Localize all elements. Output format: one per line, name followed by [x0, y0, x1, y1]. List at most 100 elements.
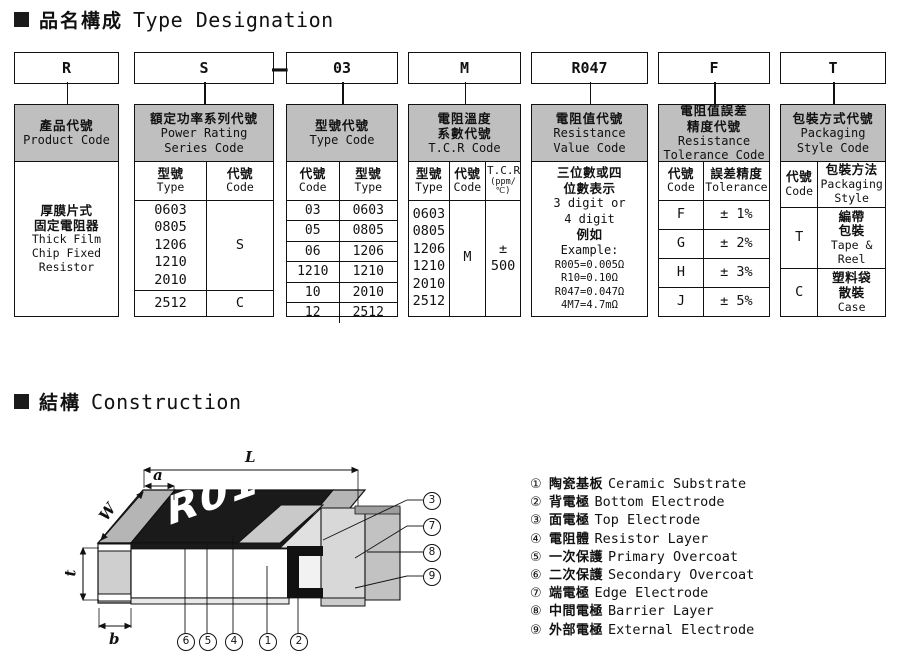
res-cn-1: 三位數或四 [556, 164, 622, 180]
th-code-cn: 代號 [786, 169, 813, 185]
dimension-label-t: t [61, 569, 80, 577]
header-packaging: 包裝方式代號 Packaging Style Code [780, 104, 886, 162]
tcr-grid: 型號 Type 代號 Code T.C.R (ppm/℃) 0603 0805 … [409, 162, 520, 316]
th-code: 代號 Code [781, 162, 819, 208]
th-type-en: Type [354, 180, 383, 195]
cell-tolerance: ± 1% [702, 199, 769, 230]
style-en: Tape & Reel [830, 238, 873, 266]
cell-code: H [659, 257, 704, 289]
table-row: T 編帶 包裝 Tape & Reel [781, 206, 885, 270]
legend-number: ③ [530, 513, 542, 529]
header-cn-2: 精度代號 [686, 118, 741, 134]
th-type-cn: 型號 [355, 165, 382, 181]
header-en-1: Power Rating [160, 126, 248, 141]
chip-resistor-diagram: R010 L a W t b 6 5 4 1 2 3 7 8 9 [55, 445, 525, 654]
example-4: 4M7=4.7mΩ [561, 299, 618, 312]
header-power-rating: 額定功率系列代號 Power Rating Series Code [134, 104, 274, 162]
cell-type-2512: 2512 [135, 290, 207, 316]
res-cn-2: 位數表示 [563, 180, 616, 196]
th-style: 包裝方法 Packaging Style [817, 162, 885, 208]
cell-code: J [659, 287, 704, 316]
header-en-1: Packaging [800, 126, 866, 141]
construction-legend: ① 陶瓷基板 Ceramic Substrate ② 背電極 Bottom El… [530, 476, 755, 642]
header-tolerance: 電阻值誤差 精度代號 Resistance Tolerance Code [658, 103, 770, 162]
table-row: 03 0603 [287, 199, 397, 222]
legend-cn: 端電極 [549, 586, 590, 602]
table-header-row: 代號 Code 型號 Type [287, 162, 397, 201]
header-en-2: Series Code [164, 140, 244, 155]
table-row: J ± 5% [659, 287, 769, 316]
column-product-code: R 產品代號 Product Code 厚膜片式 固定電阻器 Thick Fil… [14, 52, 119, 317]
res-en-2: 4 digit [564, 211, 615, 226]
legend-cn: 電阻體 [549, 531, 590, 547]
legend-number: ⑧ [530, 604, 542, 620]
cell-type: 0805 [338, 220, 397, 242]
example-en: Example: [560, 242, 619, 257]
callout-5: 5 [199, 633, 217, 651]
cell-code: 03 [287, 199, 340, 222]
th-type-en: Type [156, 180, 185, 195]
example-2: R10=0.10Ω [561, 272, 618, 285]
code-box-type: 03 [286, 52, 398, 84]
res-en-1: 3 digit or [553, 196, 626, 211]
desc-en-1: Thick Film [31, 232, 102, 247]
cell-code: 06 [287, 240, 340, 263]
section-heading-type-designation: 品名構成 Type Designation [14, 6, 334, 33]
legend-number: ⑥ [530, 567, 542, 583]
cell-code: 05 [287, 220, 340, 242]
th-code-cn: 代號 [299, 165, 326, 181]
th-type: 型號 Type [135, 162, 207, 201]
legend-cn: 面電極 [549, 513, 590, 529]
th-style-en-1: Packaging [820, 177, 883, 192]
header-type-code: 型號代號 Type Code [286, 104, 398, 162]
type-1210: 1210 [412, 258, 446, 275]
desc-cn-1: 厚膜片式 [40, 202, 93, 218]
table-row: 06 1206 [287, 240, 397, 263]
desc-en-2: Chip Fixed [31, 245, 102, 260]
desc-en-3: Resistor [38, 259, 95, 274]
section-heading-en: Type Designation [133, 7, 334, 32]
callout-6: 6 [177, 633, 195, 651]
type-2010: 2010 [412, 275, 446, 292]
legend-en: External Electrode [608, 621, 755, 638]
th-type-cn: 型號 [415, 165, 442, 181]
column-packaging: T 包裝方式代號 Packaging Style Code 代號 Code 包裝… [780, 52, 886, 317]
cell-types-s: 0603 0805 1206 1210 2010 [135, 199, 207, 292]
header-tcr-code: 電阻溫度 系數代號 T.C.R Code [408, 104, 521, 162]
header-cn: 包裝方式代號 [792, 110, 874, 126]
legend-en: Barrier Layer [608, 603, 714, 620]
cell-tolerance: ± 2% [702, 228, 769, 259]
dimension-label-L: L [245, 448, 256, 466]
legend-number: ⑦ [530, 586, 542, 602]
body-tolerance: 代號 Code 誤差精度 Tolerance F ± 1% G ± 2% H ± 3%… [658, 162, 770, 317]
body-product-code: 厚膜片式 固定電阻器 Thick Film Chip Fixed Resisto… [14, 162, 119, 317]
packaging-grid: 代號 Code 包裝方法 Packaging Style T 編帶 包裝 Tap… [781, 162, 885, 316]
table-row: 05 0805 [287, 220, 397, 242]
legend-en: Top Electrode [594, 512, 701, 529]
header-resistance-value: 電阻值代號 Resistance Value Code [531, 104, 648, 162]
header-cn-1: 電阻值誤差 [680, 103, 748, 119]
th-tcr-unit: (ppm/℃) [490, 176, 516, 197]
cell-type: 1206 [338, 240, 397, 263]
cell-code: 1210 [287, 261, 340, 283]
table-row: 1210 1210 [287, 261, 397, 283]
cell-type: 0603 [338, 199, 397, 222]
legend-en: Secondary Overcoat [608, 566, 755, 583]
table-row: C 塑料袋 散裝 Case [781, 268, 885, 316]
connector-line [464, 82, 467, 104]
table-row: F ± 1% [659, 199, 769, 230]
style-en: Case [837, 299, 866, 314]
th-code-cn: 代號 [667, 165, 694, 181]
th-tcr: T.C.R (ppm/℃) [485, 162, 520, 201]
example-cn: 例如 [576, 227, 603, 243]
body-resistance-value: 三位數或四 位數表示 3 digit or 4 digit 例如 Example… [531, 162, 648, 317]
type-1206: 1206 [154, 236, 187, 253]
legend-cn: 一次保護 [549, 549, 604, 565]
header-cn: 額定功率系列代號 [149, 110, 258, 126]
legend-en: Ceramic Substrate [608, 476, 747, 492]
connector-line [714, 82, 716, 104]
legend-cn: 外部電極 [549, 622, 604, 638]
cell-types: 0603 0805 1206 1210 2010 2512 [409, 199, 450, 316]
legend-number: ⑨ [530, 622, 542, 638]
cell-style-tape: 編帶 包裝 Tape & Reel [817, 206, 885, 270]
